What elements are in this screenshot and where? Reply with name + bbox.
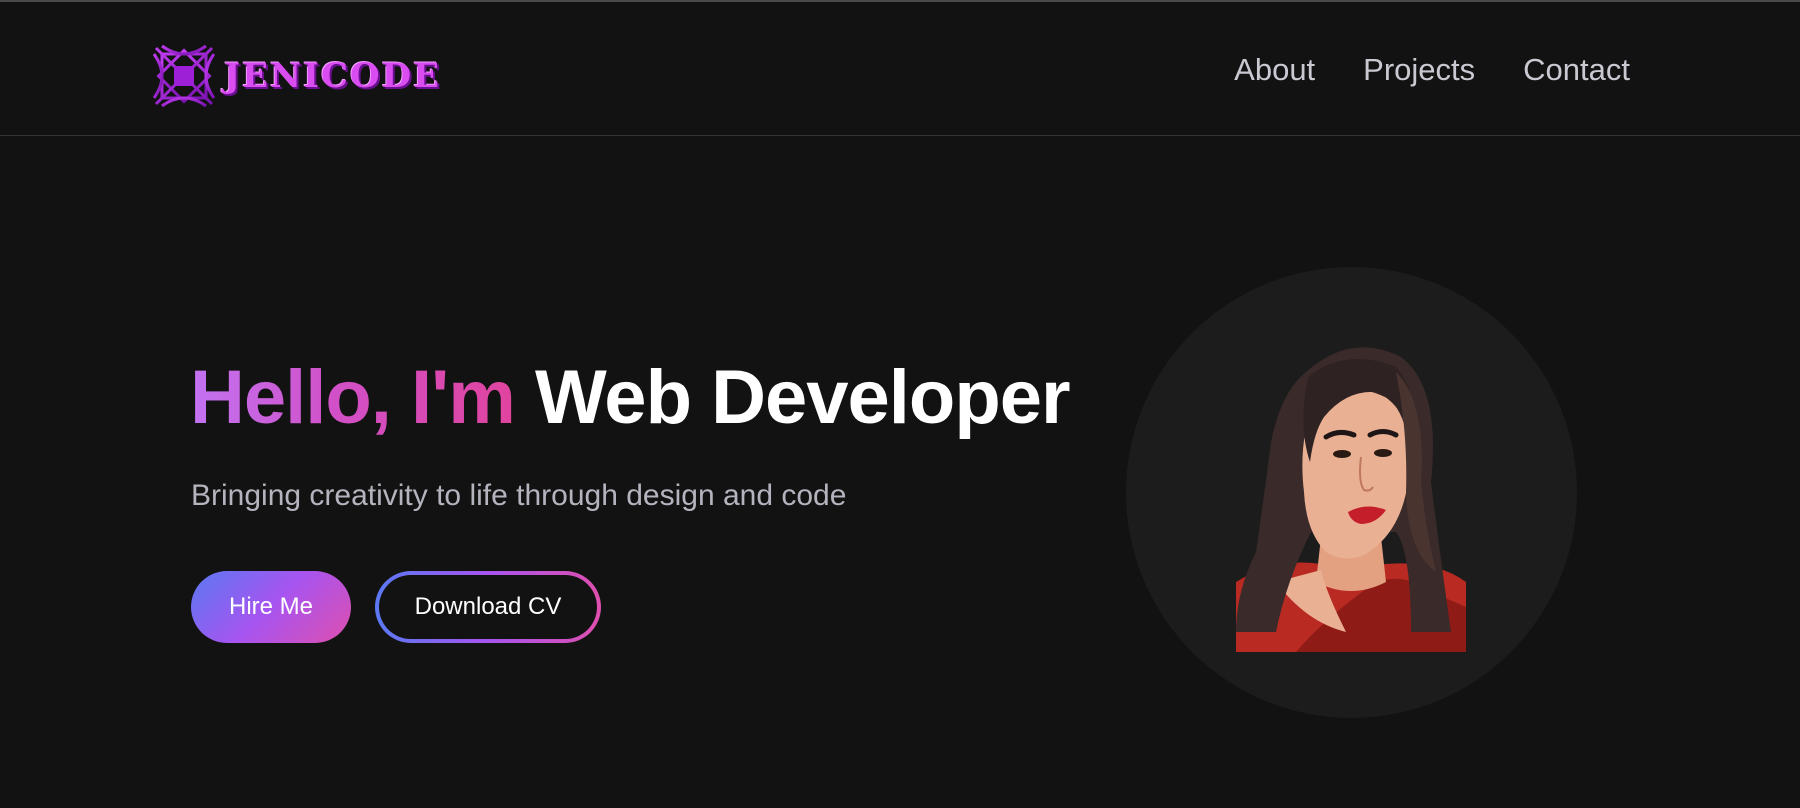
nav-link-contact[interactable]: Contact	[1523, 50, 1630, 90]
download-cv-label: Download CV	[379, 575, 597, 639]
navbar: JENICODE About Projects Contact	[0, 2, 1800, 136]
logo-icon	[150, 42, 218, 110]
portrait-illustration	[1236, 347, 1466, 652]
hero-role: Web Developer	[534, 355, 1071, 440]
logo-link[interactable]: JENICODE	[148, 39, 441, 113]
download-cv-button[interactable]: Download CV	[375, 571, 601, 643]
hero-greeting: Hello, I'm	[190, 355, 516, 440]
nav-link-about[interactable]: About	[1234, 50, 1315, 90]
logo-text: JENICODE	[224, 56, 442, 96]
hire-me-button[interactable]: Hire Me	[191, 571, 351, 643]
nav-link-projects[interactable]: Projects	[1363, 50, 1475, 90]
hero-subtitle: Bringing creativity to life through desi…	[191, 479, 847, 512]
main-nav: About Projects Contact	[1234, 50, 1630, 90]
hero-title: Hello, I'm Web Developer	[190, 352, 1071, 444]
